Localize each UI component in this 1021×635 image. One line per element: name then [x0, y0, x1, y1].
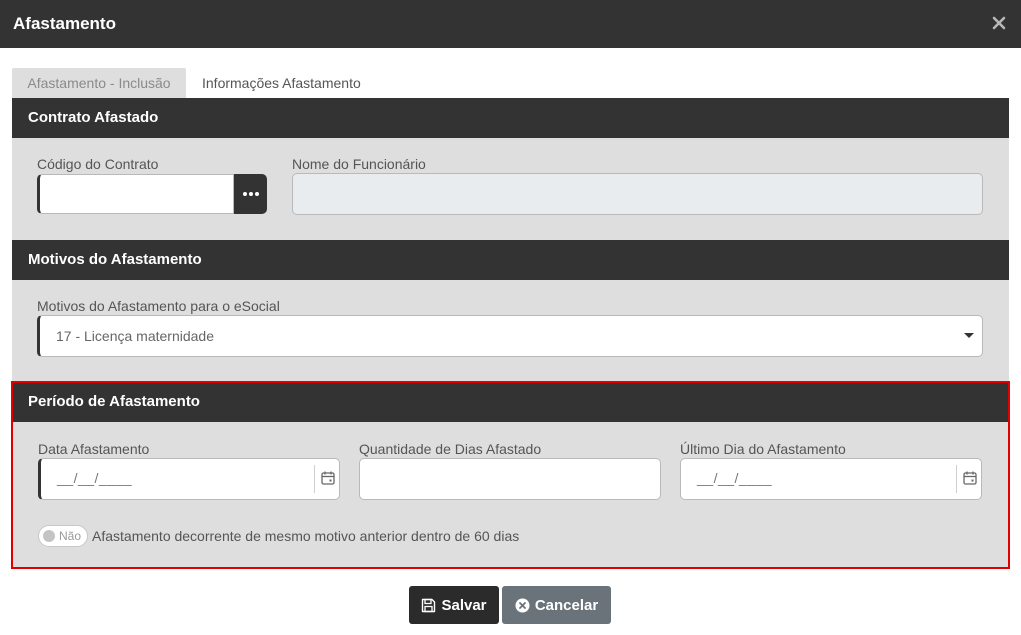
ultimo-dia-input[interactable]: __/__/____: [680, 458, 982, 500]
codigo-contrato-input[interactable]: [37, 174, 234, 214]
ellipsis-icon: [242, 192, 247, 196]
dialog-title: Afastamento: [13, 14, 116, 33]
ultimo-dia-label: Último Dia do Afastamento: [680, 441, 846, 457]
motivos-select[interactable]: 17 - Licença maternidade: [37, 315, 983, 357]
nome-funcionario-field: [292, 173, 983, 215]
calendar-icon[interactable]: [321, 471, 335, 485]
quantidade-dias-label: Quantidade de Dias Afastado: [359, 441, 542, 457]
section-motivos: Motivos do Afastamento Motivos do Afasta…: [12, 240, 1009, 381]
motivos-select-label: Motivos do Afastamento para o eSocial: [37, 298, 280, 314]
close-icon[interactable]: [991, 15, 1007, 31]
tab-informacoes-afastamento[interactable]: Informações Afastamento: [202, 68, 361, 98]
quantidade-dias-input[interactable]: [359, 458, 661, 500]
cancel-circle-icon: [515, 598, 530, 612]
section-header-periodo: Período de Afastamento: [12, 382, 1009, 422]
data-afastamento-label: Data Afastamento: [38, 441, 150, 457]
cancel-button[interactable]: Cancelar: [502, 586, 611, 624]
section-contrato: Contrato Afastado Código do Contrato Nom…: [12, 98, 1009, 240]
cancel-button-label: Cancelar: [534, 596, 599, 614]
save-button-label: Salvar: [441, 596, 487, 614]
mesmo-motivo-label: Afastamento decorrente de mesmo motivo a…: [92, 528, 520, 544]
save-button[interactable]: Salvar: [409, 586, 499, 624]
ultimo-dia-value: __/__/____: [697, 470, 773, 486]
toggle-state-label: Não: [59, 529, 82, 543]
mesmo-motivo-toggle[interactable]: Não: [38, 525, 88, 547]
motivos-select-value: 17 - Licença maternidade: [56, 328, 214, 344]
calendar-icon[interactable]: [963, 471, 977, 485]
chevron-down-icon: [964, 333, 974, 338]
data-afastamento-input[interactable]: __/__/____: [38, 458, 340, 500]
dialog-titlebar: Afastamento: [0, 0, 1021, 48]
toggle-knob: [43, 530, 55, 542]
save-icon: [422, 598, 436, 612]
tab-afastamento-inclusao[interactable]: Afastamento - Inclusão: [12, 68, 186, 98]
lookup-contrato-button[interactable]: [234, 174, 267, 214]
nome-funcionario-label: Nome do Funcionário: [292, 156, 426, 172]
codigo-contrato-label: Código do Contrato: [37, 156, 159, 172]
section-header-motivos: Motivos do Afastamento: [12, 240, 1009, 280]
data-afastamento-value: __/__/____: [57, 470, 133, 486]
section-header-contrato: Contrato Afastado: [12, 98, 1009, 138]
section-periodo: Período de Afastamento Data Afastamento …: [12, 382, 1009, 568]
